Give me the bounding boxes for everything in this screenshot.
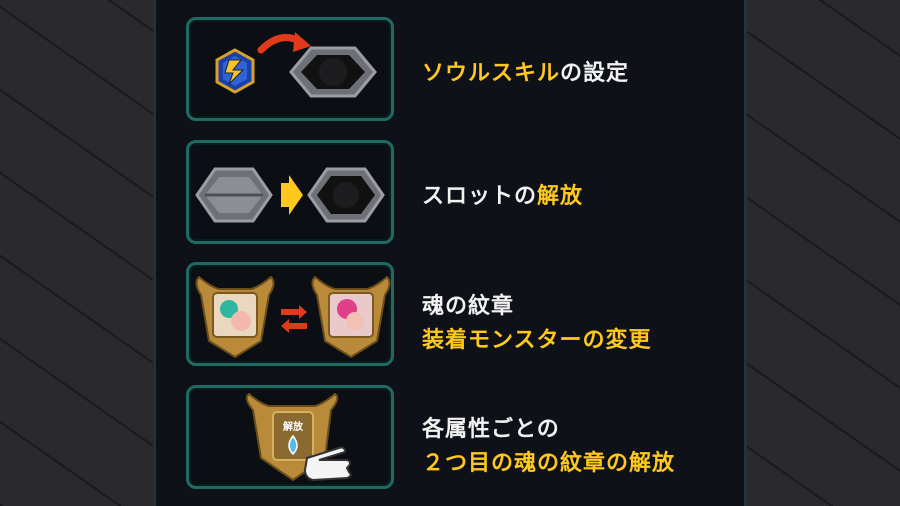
soul-skill-set-illustration [215,32,377,98]
row2-label-prefix: スロットの [422,184,538,209]
soul-skill-icon-box [186,17,394,121]
row3-line1: 魂の紋章 [422,294,515,319]
row3-line2: 装着モンスターの変更 [422,328,652,353]
arrow-right-icon [281,175,303,215]
row-second-crest: 解放 各属性ごとの ２つ目の魂の紋章の解放 [186,385,726,489]
empty-slot-icon [289,46,377,98]
slot-unlock-icon-box [186,140,394,244]
row1-label-main: ソウルスキル [422,61,561,86]
row2-label-main: 解放 [537,184,584,209]
crest-swap-icon-box [186,262,394,366]
crest-pink-monster-icon [311,275,391,359]
crest-swap-illustration [195,275,391,359]
row1-label: ソウルスキルの設定 [422,55,629,87]
row4-line2: ２つ目の魂の紋章の解放 [422,451,676,476]
unlock-badge-text: 解放 [283,420,304,433]
row-crest-monster: 魂の紋章 装着モンスターの変更 [186,262,726,366]
help-panel: ソウルスキルの設定 スロットの解放 魂の紋章 装着モンスターの変更 解放 各属性… [153,0,747,506]
locked-slot-icon [195,167,273,223]
skill-gem-icon [215,48,255,94]
crest-unlock-icon-box: 解放 [186,385,394,489]
row-soul-skill: ソウルスキルの設定 [186,17,726,121]
crest-unlock-illustration: 解放 [245,392,352,482]
row-slot-unlock: スロットの解放 [186,140,726,244]
row2-label: スロットの解放 [422,178,583,210]
slot-unlock-illustration [195,167,385,223]
crest-green-monster-icon [195,275,275,359]
row1-label-suffix: の設定 [560,61,630,86]
row4-line1: 各属性ごとの [422,417,560,442]
empty-slot-icon [307,167,385,223]
swap-arrows-icon [281,305,307,333]
